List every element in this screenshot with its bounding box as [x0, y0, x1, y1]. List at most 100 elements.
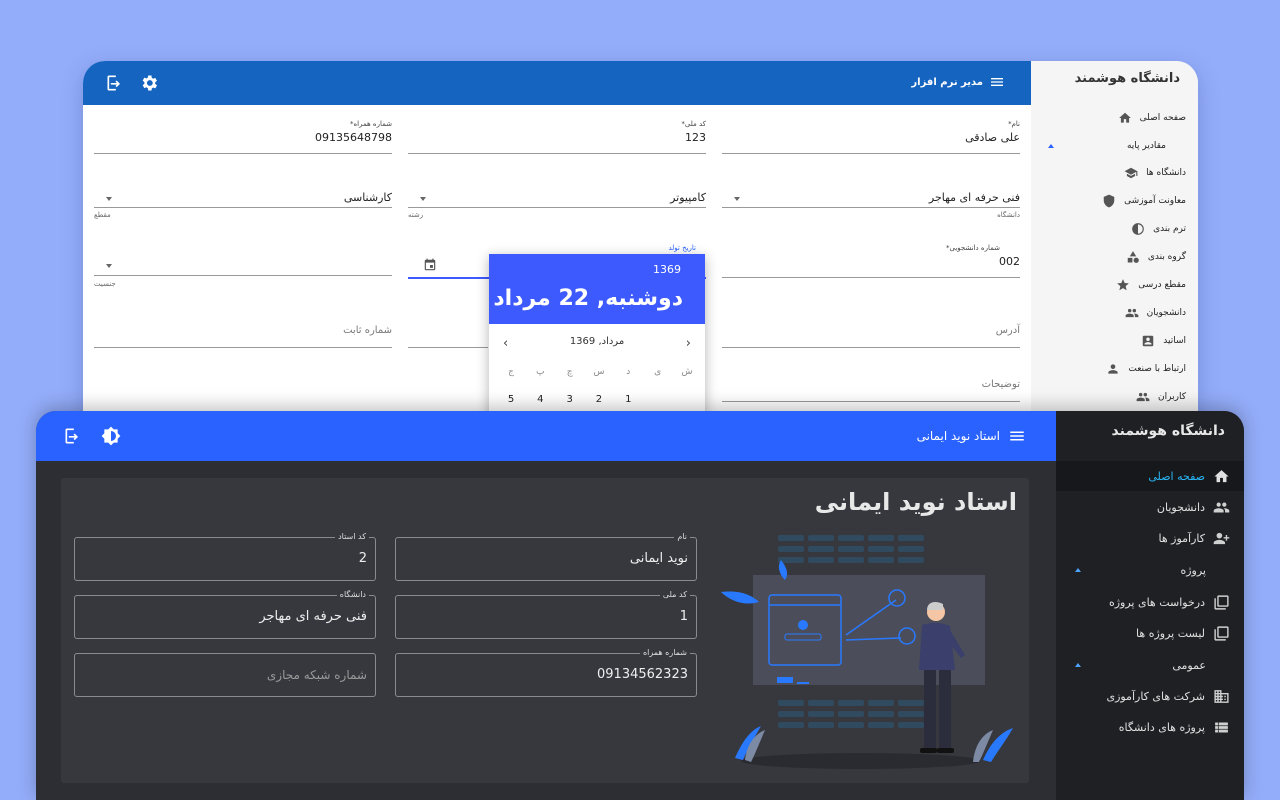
- expand-caret-icon[interactable]: [1075, 568, 1081, 572]
- field-underline: [94, 275, 392, 276]
- sidebar-item-project-list[interactable]: لیست پروژه ها: [1056, 618, 1244, 648]
- day-cell[interactable]: 5: [499, 394, 523, 405]
- field-label: نام: [674, 532, 690, 541]
- sidebar-item-label: معاونت آموزشی: [1124, 196, 1186, 206]
- hidden-field-underline: [408, 325, 488, 349]
- field-value: نوید ایمانی: [629, 551, 688, 566]
- degree-select[interactable]: کارشناسی مقطع: [94, 188, 392, 224]
- admin-topbar: مدیر نرم افزار: [83, 61, 1031, 105]
- logout-button[interactable]: [63, 426, 83, 446]
- sidebar-item-students[interactable]: دانشجویان: [1125, 303, 1186, 323]
- field-label: کد ملی*: [681, 120, 706, 128]
- sidebar-item-label: مقطع درسی: [1138, 280, 1186, 290]
- expand-caret-icon[interactable]: [1075, 663, 1081, 667]
- sidebar-item-home[interactable]: صفحه اصلی: [1056, 461, 1244, 491]
- dropdown-arrow-icon: [734, 197, 740, 201]
- field-hint: دانشگاه: [997, 211, 1020, 219]
- sidebar-item-degree[interactable]: مقطع درسی: [1116, 275, 1186, 295]
- mobile-field[interactable]: شماره همراه* 09135648798: [94, 120, 392, 154]
- sidebar-item-universities[interactable]: دانشگاه ها: [1124, 163, 1186, 183]
- home-icon: [1118, 112, 1131, 123]
- day-cell[interactable]: 3: [558, 394, 582, 405]
- mobile-field[interactable]: شماره همراه 09134562323: [395, 648, 697, 697]
- weekday-label: ی: [654, 367, 662, 377]
- address-field[interactable]: آدرس: [722, 325, 1020, 349]
- sidebar-group-project[interactable]: پروژه: [1056, 555, 1244, 585]
- sidebar-item-users[interactable]: کاربران: [1136, 387, 1186, 407]
- brand-title: دانشگاه هوشمند: [1074, 71, 1180, 86]
- expand-caret-icon[interactable]: [1048, 144, 1054, 148]
- sidebar-item-terms[interactable]: ترم بندی: [1131, 219, 1186, 239]
- weekday-label: پ: [536, 367, 545, 377]
- sidebar-item-students[interactable]: دانشجویان: [1056, 492, 1244, 522]
- major-select[interactable]: کامپیوتر رشته: [408, 188, 706, 224]
- sidebar-item-companies[interactable]: شرکت های کارآموزی: [1056, 681, 1244, 711]
- sidebar-item-label: صفحه اصلی: [1139, 113, 1186, 123]
- description-field[interactable]: توضیحات: [722, 379, 1020, 403]
- gender-select[interactable]: جنسیت: [94, 244, 392, 290]
- dropdown-arrow-icon: [420, 197, 426, 201]
- calendar-icon[interactable]: [423, 258, 437, 272]
- sidebar-item-university-projects[interactable]: پروژه های دانشگاه: [1056, 712, 1244, 742]
- national-code-field[interactable]: کد ملی 1: [395, 590, 697, 639]
- weekday-label: ش: [681, 367, 693, 377]
- sidebar-group-general[interactable]: عمومی: [1056, 650, 1244, 680]
- field-underline: [94, 347, 392, 348]
- sidebar-item-project-requests[interactable]: درخواست های پروژه: [1056, 587, 1244, 617]
- picker-year[interactable]: 1369: [653, 263, 681, 276]
- menu-icon[interactable]: [989, 74, 1005, 90]
- teacher-window: دانشگاه هوشمند صفحه اصلی دانشجویان کارآم…: [36, 411, 1244, 800]
- date-picker[interactable]: 1369 دوشنبه, 22 مرداد ‹ مرداد, 1369 › ش …: [489, 254, 705, 421]
- page-title: استاد نوید ایمانی: [814, 488, 1017, 516]
- field-label: شماره همراه: [639, 648, 690, 657]
- day-cell[interactable]: [646, 394, 670, 405]
- picker-month-nav: ‹ مرداد, 1369 ›: [489, 336, 705, 354]
- menu-icon[interactable]: [1008, 427, 1026, 445]
- building-icon: [1214, 689, 1229, 703]
- shapes-icon: [1127, 251, 1139, 263]
- field-placeholder: آدرس: [995, 325, 1020, 336]
- gear-icon: [142, 75, 157, 91]
- field-value: فنی حرفه ای مهاجر: [259, 609, 367, 624]
- field-placeholder: شماره شبکه مجازی: [266, 668, 367, 682]
- student-number-field[interactable]: شماره دانشجویی* 002: [722, 244, 1020, 278]
- sidebar-item-label: مقادیر پایه: [1126, 141, 1166, 151]
- sidebar-item-industry[interactable]: ارتباط با صنعت: [1106, 359, 1186, 379]
- university-field[interactable]: دانشگاه فنی حرفه ای مهاجر: [74, 590, 376, 639]
- field-value: علی صادقی: [965, 131, 1020, 144]
- badge-icon: [1143, 335, 1154, 347]
- teacher-sidebar: دانشگاه هوشمند صفحه اصلی دانشجویان کارآم…: [1056, 411, 1244, 800]
- weekday-label: ج: [508, 367, 514, 377]
- sidebar-item-label: اساتید: [1163, 336, 1186, 346]
- school-icon: [1124, 167, 1138, 179]
- group-icon: [1136, 392, 1150, 402]
- settings-button[interactable]: [139, 73, 159, 93]
- sidebar-item-interns[interactable]: کارآموز ها: [1056, 523, 1244, 553]
- field-underline: [94, 207, 392, 208]
- name-field[interactable]: نام* علی صادقی: [722, 120, 1020, 154]
- sidebar-item-label: کاربران: [1158, 392, 1186, 402]
- sidebar-item-education[interactable]: معاونت آموزشی: [1102, 191, 1186, 211]
- landline-field[interactable]: شماره ثابت: [94, 325, 392, 349]
- day-cell[interactable]: 2: [587, 394, 611, 405]
- university-select[interactable]: فنی حرفه ای مهاجر دانشگاه: [722, 188, 1020, 224]
- day-cell[interactable]: [675, 394, 699, 405]
- teacher-code-field[interactable]: کد استاد 2: [74, 532, 376, 581]
- theme-toggle-button[interactable]: [101, 426, 121, 446]
- name-field[interactable]: نام نوید ایمانی: [395, 532, 697, 581]
- field-underline: [722, 401, 1020, 402]
- day-cell[interactable]: 4: [528, 394, 552, 405]
- day-cell[interactable]: 1: [616, 394, 640, 405]
- national-code-field[interactable]: کد ملی* 123: [408, 120, 706, 154]
- logout-button[interactable]: [105, 73, 125, 93]
- topbar-title: مدیر نرم افزار: [911, 74, 1005, 90]
- library-icon: [1214, 594, 1229, 610]
- next-month-icon[interactable]: ›: [686, 336, 691, 351]
- picker-selected-date: دوشنبه, 22 مرداد: [493, 286, 683, 311]
- field-label: کد ملی: [659, 590, 690, 599]
- social-number-field[interactable]: شماره شبکه مجازی: [74, 653, 376, 697]
- sidebar-item-groups[interactable]: گروه بندی: [1126, 247, 1186, 267]
- sidebar-item-teachers[interactable]: اساتید: [1141, 331, 1186, 351]
- sidebar-item-home[interactable]: صفحه اصلی: [1118, 108, 1186, 128]
- sidebar-item-base-values[interactable]: مقادیر پایه: [1127, 136, 1166, 156]
